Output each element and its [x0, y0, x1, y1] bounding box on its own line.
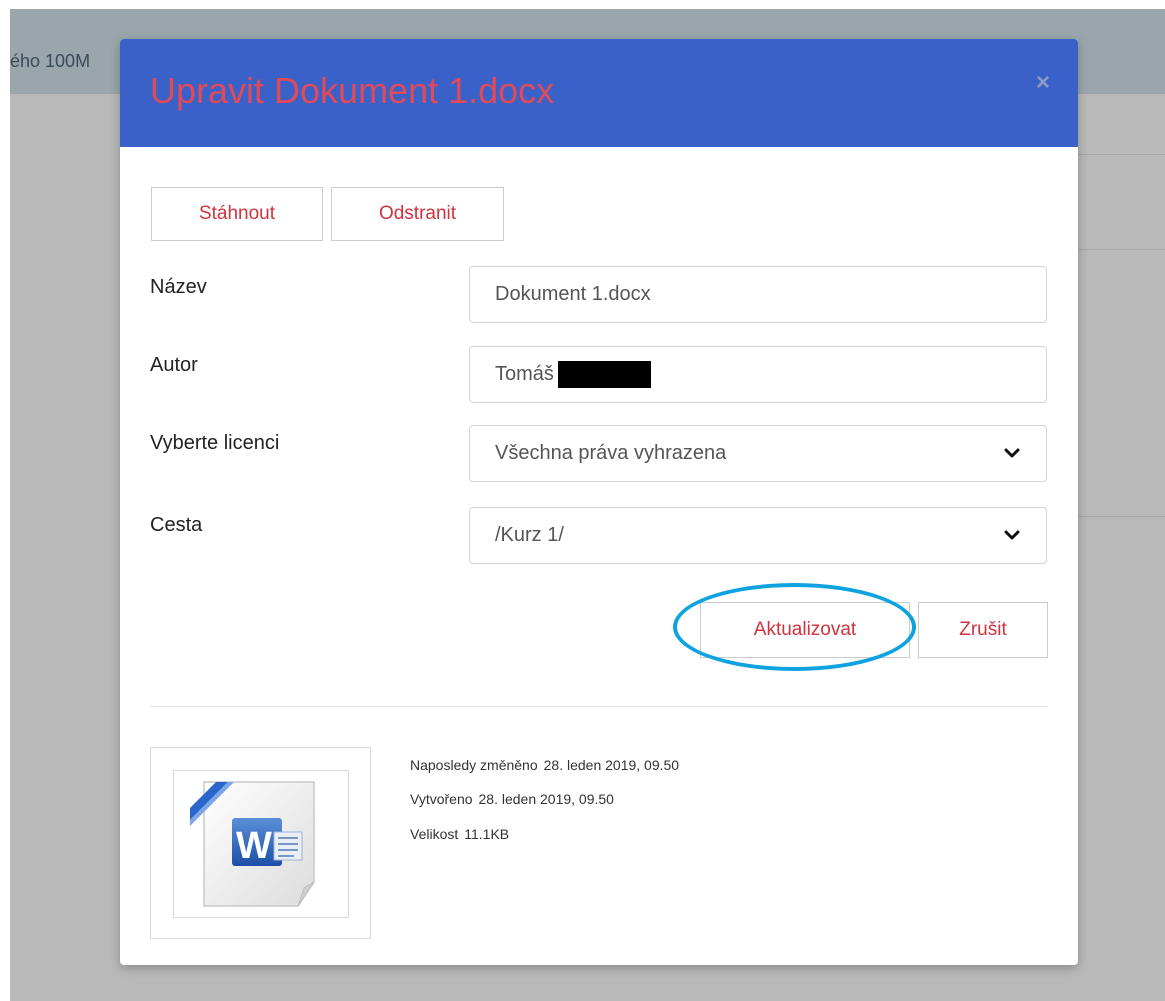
path-label: Cesta — [150, 514, 203, 536]
modified-label: Naposledy změněno — [410, 757, 538, 773]
modal-title: Upravit Dokument 1.docx — [150, 70, 555, 111]
modal-header: Upravit Dokument 1.docx × — [120, 39, 1078, 147]
created-info: Vytvořeno 28. leden 2019, 09.50 — [410, 791, 614, 807]
thumbnail-frame: W — [173, 770, 349, 918]
download-button[interactable]: Stáhnout — [151, 187, 323, 241]
page-top-edge — [0, 0, 1165, 9]
path-select[interactable]: /Kurz 1/ — [469, 507, 1047, 564]
size-value: 11.1KB — [464, 826, 510, 842]
author-label: Autor — [150, 354, 198, 376]
update-button[interactable]: Aktualizovat — [700, 602, 910, 658]
background-divider — [1078, 154, 1165, 155]
close-icon[interactable]: × — [1036, 69, 1050, 97]
section-divider — [150, 706, 1048, 707]
size-info: Velikost 11.1KB — [410, 826, 509, 842]
redaction-block — [557, 361, 651, 388]
created-value: 28. leden 2019, 09.50 — [478, 791, 614, 807]
author-field-value: Tomáš — [495, 363, 554, 385]
created-label: Vytvořeno — [410, 791, 473, 807]
chevron-down-icon — [1004, 448, 1020, 458]
delete-button[interactable]: Odstranit — [331, 187, 504, 241]
background-divider — [1078, 516, 1165, 517]
chevron-down-icon — [1004, 530, 1020, 540]
background-header-text: ého 100M — [10, 51, 91, 71]
svg-text:W: W — [236, 825, 272, 867]
author-field[interactable]: Tomáš — [469, 346, 1047, 403]
background-divider — [1078, 249, 1165, 250]
license-select[interactable]: Všechna práva vyhrazena — [469, 425, 1047, 482]
size-label: Velikost — [410, 826, 459, 842]
modified-value: 28. leden 2019, 09.50 — [543, 757, 680, 773]
word-document-icon: W — [190, 781, 315, 907]
name-field-value: Dokument 1.docx — [495, 283, 651, 305]
license-select-value: Všechna práva vyhrazena — [495, 442, 727, 464]
modified-info: Naposledy změněno 28. leden 2019, 09.50 — [410, 757, 679, 773]
page-left-edge — [0, 9, 10, 1001]
license-label: Vyberte licenci — [150, 432, 280, 454]
cancel-button[interactable]: Zrušit — [918, 602, 1048, 658]
file-thumbnail: W — [150, 747, 371, 939]
path-select-value: /Kurz 1/ — [495, 524, 564, 546]
name-field[interactable]: Dokument 1.docx — [469, 266, 1047, 323]
edit-document-modal: Upravit Dokument 1.docx × Stáhnout Odstr… — [120, 39, 1078, 965]
name-label: Název — [150, 276, 207, 298]
